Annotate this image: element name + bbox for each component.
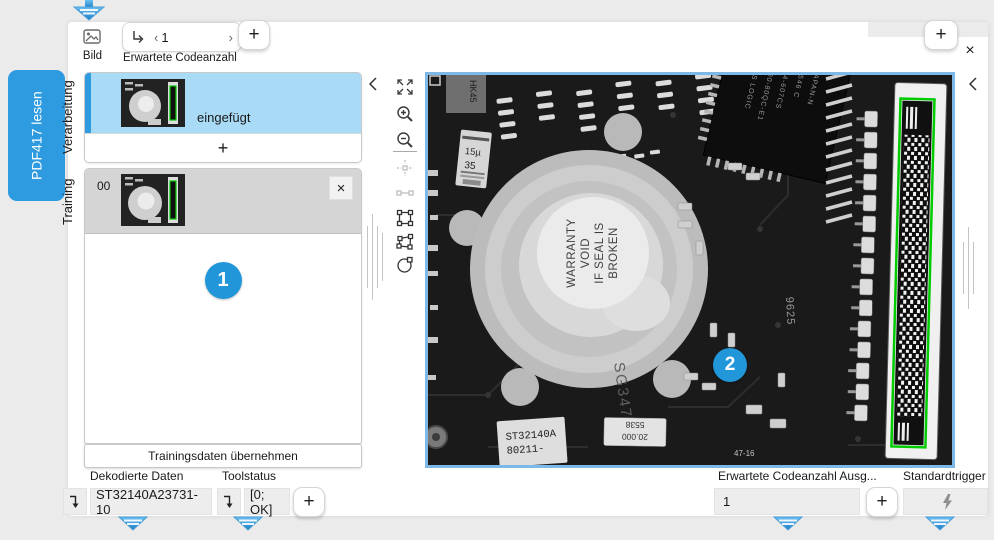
close-icon[interactable]: × bbox=[960, 41, 980, 61]
expected-count-label: Erwartete Codeanzahl bbox=[123, 52, 237, 64]
svg-text:VOID: VOID bbox=[580, 238, 592, 268]
line-roi-icon[interactable] bbox=[394, 182, 416, 204]
svg-text:IF SEAL IS: IF SEAL IS bbox=[594, 222, 606, 283]
zoom-out-icon[interactable] bbox=[394, 129, 416, 151]
collapse-right-panel-icon[interactable] bbox=[966, 76, 980, 92]
toolbar-divider bbox=[393, 151, 417, 152]
flow-connector-top-icon[interactable] bbox=[72, 0, 106, 21]
expected-count-output-value[interactable]: 1 bbox=[714, 488, 860, 515]
training-item-index: 00 bbox=[97, 179, 110, 193]
pcb-photo: HK45 15µ 35 W bbox=[428, 75, 952, 465]
flow-connector-icon[interactable] bbox=[925, 516, 955, 531]
svg-text:WARRANTY: WARRANTY bbox=[566, 218, 578, 287]
selection-accent-bar bbox=[85, 73, 91, 133]
barcode-label bbox=[885, 82, 947, 459]
expected-count-output-label: Erwartete Codeanzahl Ausg... bbox=[718, 469, 877, 483]
decoded-data-label: Dekodierte Daten bbox=[90, 469, 183, 483]
add-output-button[interactable]: + bbox=[293, 487, 325, 517]
stepper-decrement[interactable]: ‹ bbox=[151, 30, 161, 45]
capacitor: 15µ 35 bbox=[455, 129, 492, 188]
marking-47-16: 47-16 bbox=[734, 449, 755, 458]
section-label-verarbeitung: Verarbeitung bbox=[60, 72, 80, 163]
zoom-in-icon[interactable] bbox=[394, 103, 416, 125]
expected-count-card: ‹ 1 › bbox=[122, 22, 242, 52]
svg-text:BROKEN: BROKEN bbox=[608, 227, 620, 279]
stepper-increment[interactable]: › bbox=[226, 30, 236, 45]
standard-trigger-button[interactable] bbox=[903, 488, 988, 515]
output-port-icon[interactable] bbox=[63, 488, 87, 515]
flow-connector-icon[interactable] bbox=[773, 516, 803, 531]
toolstatus-label: Toolstatus bbox=[222, 469, 276, 483]
image-icon bbox=[82, 28, 102, 46]
svg-text:20.000: 20.000 bbox=[622, 432, 648, 442]
processing-panel: eingefügt + bbox=[84, 72, 362, 163]
training-panel: 00 × 1 bbox=[84, 168, 362, 444]
number-label: 20.000 5538 bbox=[604, 417, 666, 446]
marking-9625: 9625 bbox=[783, 297, 796, 326]
tool-tab-pdf417[interactable]: PDF417 lesen bbox=[8, 70, 65, 201]
add-view-button[interactable]: + bbox=[924, 20, 958, 50]
step-badge-1: 1 bbox=[205, 262, 242, 299]
training-body: 1 bbox=[85, 234, 361, 299]
section-label-training: Training bbox=[60, 168, 80, 236]
expected-count-value[interactable]: 1 bbox=[161, 30, 168, 45]
svg-text:35: 35 bbox=[464, 160, 477, 172]
add-output-button[interactable]: + bbox=[866, 487, 898, 517]
circle-roi-icon[interactable] bbox=[394, 254, 416, 276]
processing-item-selected[interactable]: eingefügt bbox=[85, 73, 361, 133]
apply-training-data-button[interactable]: Trainingsdaten übernehmen bbox=[84, 444, 362, 468]
thumbnail-image bbox=[121, 79, 185, 127]
tab-bild-label: Bild bbox=[68, 50, 117, 62]
standard-trigger-label: Standardtrigger bbox=[903, 469, 986, 483]
fit-to-view-icon[interactable] bbox=[394, 76, 416, 98]
processing-item-label: eingefügt bbox=[197, 110, 251, 125]
point-roi-icon[interactable] bbox=[394, 157, 416, 179]
svg-text:HK45: HK45 bbox=[468, 80, 478, 103]
rect-roi-icon[interactable] bbox=[394, 207, 416, 229]
right-splitter-grip[interactable] bbox=[963, 226, 974, 310]
thumbnail-image bbox=[121, 174, 185, 226]
decoded-data-value: ST32140A23731-10 bbox=[90, 488, 212, 515]
part-number-label: ST32140A 80211- bbox=[497, 417, 568, 465]
output-port-icon[interactable] bbox=[217, 488, 241, 515]
quad-roi-icon[interactable] bbox=[394, 231, 416, 253]
svg-text:15µ: 15µ bbox=[464, 146, 482, 159]
toolstatus-value: [0; OK] bbox=[244, 488, 290, 515]
step-badge-2: 2 bbox=[713, 348, 747, 382]
flow-connector-icon[interactable] bbox=[118, 516, 148, 531]
processing-add-row[interactable]: + bbox=[85, 133, 361, 162]
image-viewer[interactable]: HK45 15µ 35 W bbox=[425, 72, 955, 468]
lightning-icon bbox=[939, 493, 953, 511]
tab-bild[interactable]: Bild bbox=[68, 22, 117, 67]
training-item-row[interactable]: 00 × bbox=[85, 169, 361, 234]
add-parameter-button[interactable]: + bbox=[238, 20, 270, 50]
corner-arrow-icon bbox=[130, 29, 147, 46]
collapse-left-panel-icon[interactable] bbox=[366, 76, 380, 92]
left-splitter-grip[interactable] bbox=[367, 213, 383, 301]
remove-training-item-icon[interactable]: × bbox=[329, 176, 353, 200]
svg-text:5538: 5538 bbox=[625, 420, 644, 430]
flow-connector-icon[interactable] bbox=[233, 516, 263, 531]
